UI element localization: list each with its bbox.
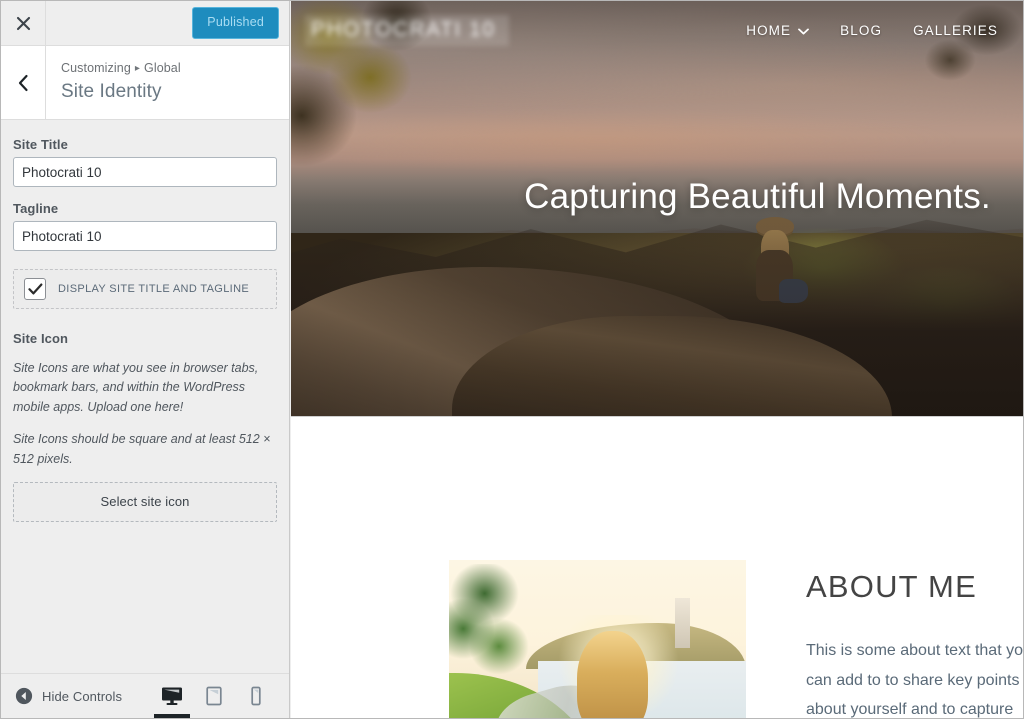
page-title: Site Identity <box>61 80 162 102</box>
site-title-input[interactable] <box>13 157 277 187</box>
checkmark-icon <box>27 283 42 294</box>
breadcrumb-customizing: Customizing <box>61 61 131 75</box>
customizer-controls: Site Title Tagline DISPLAY SITE TITLE AN… <box>1 120 289 673</box>
nav-item-galleries[interactable]: GALLERIES <box>913 23 998 38</box>
customizer-topbar: Published <box>1 1 289 46</box>
about-paragraph-line-2: can add to to share key points <box>806 671 1020 689</box>
about-paragraph-line-3: about yourself and to capture <box>806 701 1014 718</box>
mobile-icon <box>251 686 261 706</box>
control-tagline: Tagline <box>13 201 277 251</box>
nav-item-galleries-label: GALLERIES <box>913 22 998 38</box>
close-icon[interactable] <box>1 1 46 45</box>
nav-item-blog[interactable]: BLOG <box>840 23 882 38</box>
about-photo-person <box>568 631 657 718</box>
site-logo-title[interactable]: PHOTOCRATI 10 <box>305 14 510 46</box>
device-button-mobile[interactable] <box>235 674 277 718</box>
publish-button[interactable]: Published <box>192 7 279 39</box>
about-heading: ABOUT ME <box>806 569 977 604</box>
back-chevron-icon[interactable] <box>1 46 46 119</box>
site-title-label: Site Title <box>13 137 68 152</box>
site-preview: PHOTOCRATI 10 HOME BLOG GALLERIES Captur… <box>291 1 1023 718</box>
nav-item-blog-label: BLOG <box>840 22 883 38</box>
breadcrumb: Customizing ▸ Global <box>61 59 181 78</box>
customizer-section-header: Customizing ▸ Global Site Identity <box>1 46 289 120</box>
chevron-down-icon <box>798 23 810 38</box>
device-button-desktop[interactable] <box>151 674 193 718</box>
breadcrumb-parent: Global <box>144 61 181 75</box>
about-section: ABOUT ME This is some about text that yo… <box>291 417 1023 718</box>
control-site-icon: Site Icon Site Icons are what you see in… <box>13 331 277 522</box>
about-photo-person-hair <box>576 631 648 718</box>
tablet-icon <box>206 686 222 706</box>
about-photo <box>449 560 746 718</box>
nav-item-home-label: HOME <box>746 22 792 38</box>
collapse-arrow-icon <box>15 687 33 705</box>
hide-controls-button[interactable]: Hide Controls <box>1 687 122 705</box>
control-site-title: Site Title <box>13 137 277 187</box>
site-navigation: PHOTOCRATI 10 HOME BLOG GALLERIES <box>291 1 1023 59</box>
display-title-tagline-label: DISPLAY SITE TITLE AND TAGLINE <box>58 283 250 295</box>
desktop-icon <box>162 687 182 705</box>
tagline-label: Tagline <box>13 201 59 216</box>
nav-item-home[interactable]: HOME <box>746 22 810 38</box>
nav-links: HOME BLOG GALLERIES <box>746 23 1000 38</box>
hero-headline: Capturing Beautiful Moments. <box>524 177 991 216</box>
display-title-tagline-checkbox[interactable] <box>24 278 46 300</box>
site-icon-description-1: Site Icons are what you see in browser t… <box>13 361 259 414</box>
customizer-panel: Published Customizing ▸ Global Site Identi… <box>1 1 290 718</box>
site-icon-description-2: Site Icons should be square and at least… <box>13 432 271 466</box>
breadcrumb-separator-icon: ▸ <box>134 63 140 74</box>
publish-button-wrap: Published <box>192 7 289 39</box>
section-header-text: Customizing ▸ Global Site Identity <box>46 46 181 119</box>
site-icon-label: Site Icon <box>13 331 69 346</box>
hero-section: PHOTOCRATI 10 HOME BLOG GALLERIES Captur… <box>291 1 1023 417</box>
tagline-input[interactable] <box>13 221 277 251</box>
about-paragraph-line-1: This is some about text that yo <box>806 642 1023 660</box>
device-button-tablet[interactable] <box>193 674 235 718</box>
device-preview-switcher <box>151 674 289 718</box>
customizer-footer: Hide Controls <box>1 673 289 718</box>
customizer-screen: Published Customizing ▸ Global Site Identi… <box>0 0 1024 719</box>
select-site-icon-button[interactable]: Select site icon <box>13 481 277 522</box>
control-display-title-tagline[interactable]: DISPLAY SITE TITLE AND TAGLINE <box>13 269 277 309</box>
hide-controls-label: Hide Controls <box>42 688 123 704</box>
about-text: ABOUT ME This is some about text that yo… <box>806 560 1023 718</box>
